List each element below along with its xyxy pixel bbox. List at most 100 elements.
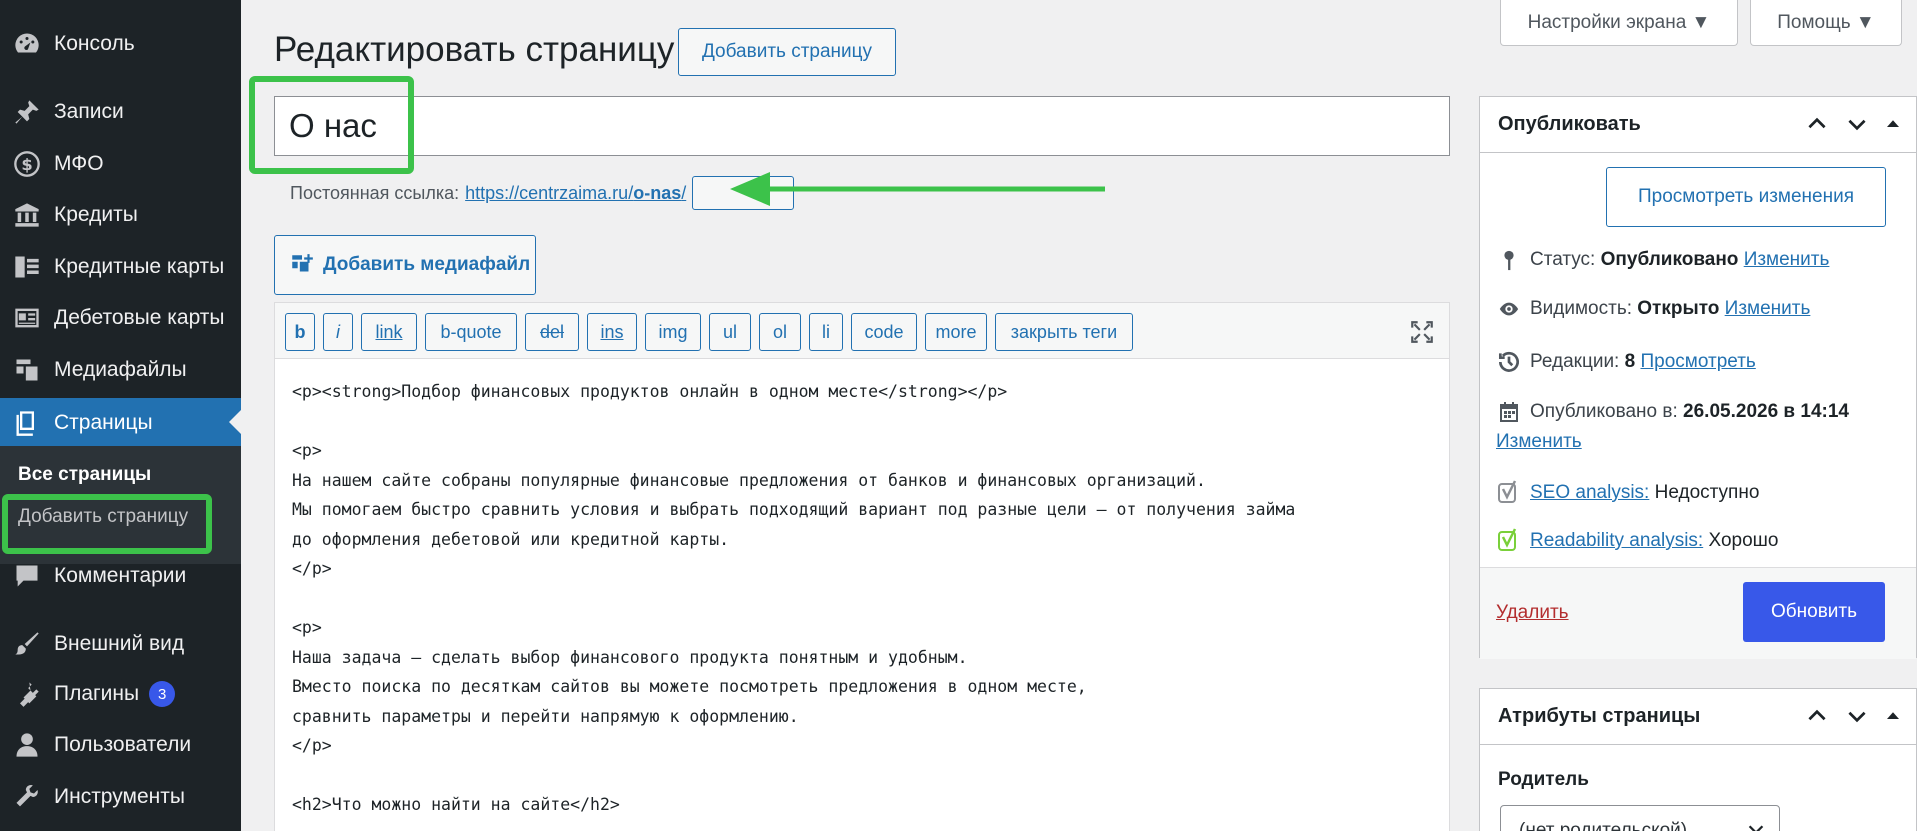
qt-more-button[interactable]: more (925, 313, 987, 351)
permalink-link[interactable]: https://centrzaima.ru/o-nas/ (465, 183, 686, 204)
status-edit-link[interactable]: Изменить (1744, 249, 1830, 271)
brush-icon (0, 630, 54, 658)
qt-ul-button[interactable]: ul (709, 313, 751, 351)
status-row: Статус: Опубликовано Изменить (1494, 247, 1829, 273)
svg-text:$: $ (21, 155, 32, 174)
menu-item-users[interactable]: Пользователи (0, 721, 241, 769)
menu-label: Пользователи (54, 733, 192, 756)
menu-item-mfo[interactable]: $ МФО (0, 140, 241, 188)
yoast-seo-icon (1494, 479, 1524, 507)
move-to-trash-link[interactable]: Удалить (1496, 602, 1569, 624)
seo-analysis-row: SEO analysis: Недоступно (1494, 479, 1759, 507)
add-new-page-button[interactable]: Добавить страницу (678, 28, 896, 76)
menu-label: Внешний вид (54, 632, 185, 655)
text-editor: b i link b-quote del ins img ul ol li co… (274, 302, 1450, 831)
qt-img-button[interactable]: img (645, 313, 701, 351)
qt-bold-button[interactable]: b (285, 313, 315, 351)
media-icon (0, 356, 54, 384)
submenu-add-page[interactable]: Добавить страницу (18, 506, 188, 528)
seo-analysis-link[interactable]: SEO analysis: (1530, 482, 1649, 504)
parent-select[interactable]: (нет родительской) (1500, 805, 1780, 831)
menu-item-plugins[interactable]: Плагины 3 (0, 670, 241, 718)
menu-item-credits[interactable]: Кредиты (0, 191, 241, 239)
menu-item-pages[interactable]: Страницы (0, 398, 241, 448)
post-title-input[interactable]: О нас (274, 96, 1450, 156)
revisions-row: Редакции: 8 Просмотреть (1494, 349, 1756, 375)
menu-item-comments[interactable]: Комментарии (0, 552, 241, 600)
help-button[interactable]: Помощь ▼ (1750, 0, 1902, 46)
permalink-label: Постоянная ссылка: (290, 182, 460, 203)
menu-label: Кредиты (54, 203, 138, 226)
menu-item-appearance[interactable]: Внешний вид (0, 620, 241, 668)
plugin-icon (0, 680, 54, 708)
chevron-down-icon[interactable] (1844, 111, 1870, 137)
chevron-up-icon[interactable] (1804, 111, 1830, 137)
menu-label: Страницы (54, 411, 153, 434)
eye-icon (1494, 298, 1524, 320)
qt-ins-button[interactable]: ins (587, 313, 637, 351)
add-media-label: Добавить медиафайл (323, 254, 531, 275)
pin-icon (0, 98, 54, 126)
annotation-arrow (730, 172, 1105, 206)
qt-ol-button[interactable]: ol (759, 313, 801, 351)
fullscreen-icon[interactable] (1409, 319, 1435, 345)
pages-icon (0, 409, 54, 437)
screen-options-button[interactable]: Настройки экрана ▼ (1500, 0, 1738, 46)
menu-label: МФО (54, 152, 104, 175)
visibility-row: Видимость: Открыто Изменить (1494, 298, 1810, 320)
key-icon (1494, 247, 1524, 273)
calendar-icon (1494, 399, 1524, 425)
qt-italic-button[interactable]: i (323, 313, 353, 351)
chevron-down-icon[interactable] (1844, 703, 1870, 729)
menu-label: Записи (54, 100, 124, 123)
user-icon (0, 731, 54, 759)
collapse-triangle-icon[interactable] (1884, 707, 1902, 725)
update-button[interactable]: Обновить (1743, 582, 1885, 642)
menu-item-dashboard[interactable]: Консоль (0, 20, 241, 68)
media-add-icon (292, 254, 313, 272)
chevron-up-icon[interactable] (1804, 703, 1830, 729)
yoast-readability-icon (1494, 527, 1524, 555)
wrench-icon (0, 783, 54, 811)
chevron-down-icon (1748, 825, 1764, 831)
menu-item-media[interactable]: Медиафайлы (0, 346, 241, 394)
menu-label: Плагины (54, 682, 140, 705)
box-controls (1804, 703, 1902, 729)
menu-item-posts[interactable]: Записи (0, 88, 241, 136)
parent-label: Родитель (1498, 769, 1589, 790)
readability-analysis-link[interactable]: Readability analysis: (1530, 530, 1703, 552)
quicktags-toolbar: b i link b-quote del ins img ul ol li co… (275, 303, 1449, 359)
history-icon (1494, 349, 1524, 375)
submenu-all-pages[interactable]: Все страницы (18, 464, 151, 486)
preview-changes-button[interactable]: Просмотреть изменения (1606, 167, 1886, 227)
publish-box-title: Опубликовать (1498, 113, 1641, 135)
add-media-button[interactable]: Добавить медиафайл (274, 235, 536, 295)
publish-box: Опубликовать Просмотреть изменения Стату… (1479, 96, 1917, 659)
dashboard-icon (0, 30, 54, 58)
published-date-edit-link[interactable]: Изменить (1496, 431, 1582, 453)
plugins-update-badge: 3 (149, 681, 176, 707)
published-date-row: Опубликовано в: 26.05.2026 в 14:14 (1494, 399, 1849, 425)
dollar-icon: $ (0, 150, 54, 178)
menu-item-tools[interactable]: Инструменты (0, 773, 241, 821)
page-title: Редактировать страницу (274, 30, 675, 69)
collapse-triangle-icon[interactable] (1884, 115, 1902, 133)
qt-del-button[interactable]: del (525, 313, 579, 351)
editor-content-textarea[interactable]: <p><strong>Подбор финансовых продуктов о… (292, 377, 1295, 820)
admin-sidebar: Консоль Записи $ МФО Кредиты Кредитные к… (0, 0, 241, 831)
visibility-edit-link[interactable]: Изменить (1725, 298, 1811, 320)
menu-label: Кредитные карты (54, 255, 225, 278)
page-attributes-box: Атрибуты страницы Родитель (нет родитель… (1479, 688, 1917, 831)
comment-icon (0, 562, 54, 590)
qt-code-button[interactable]: code (851, 313, 917, 351)
qt-close-tags-button[interactable]: закрыть теги (995, 313, 1133, 351)
qt-link-button[interactable]: link (361, 313, 417, 351)
id-card-icon (0, 304, 54, 332)
revisions-browse-link[interactable]: Просмотреть (1640, 351, 1755, 373)
page-attributes-title: Атрибуты страницы (1498, 705, 1701, 727)
menu-item-credit-cards[interactable]: Кредитные карты (0, 243, 241, 291)
qt-li-button[interactable]: li (809, 313, 843, 351)
readability-analysis-row: Readability analysis: Хорошо (1494, 527, 1778, 555)
qt-blockquote-button[interactable]: b-quote (425, 313, 517, 351)
menu-item-debit-cards[interactable]: Дебетовые карты (0, 294, 241, 342)
